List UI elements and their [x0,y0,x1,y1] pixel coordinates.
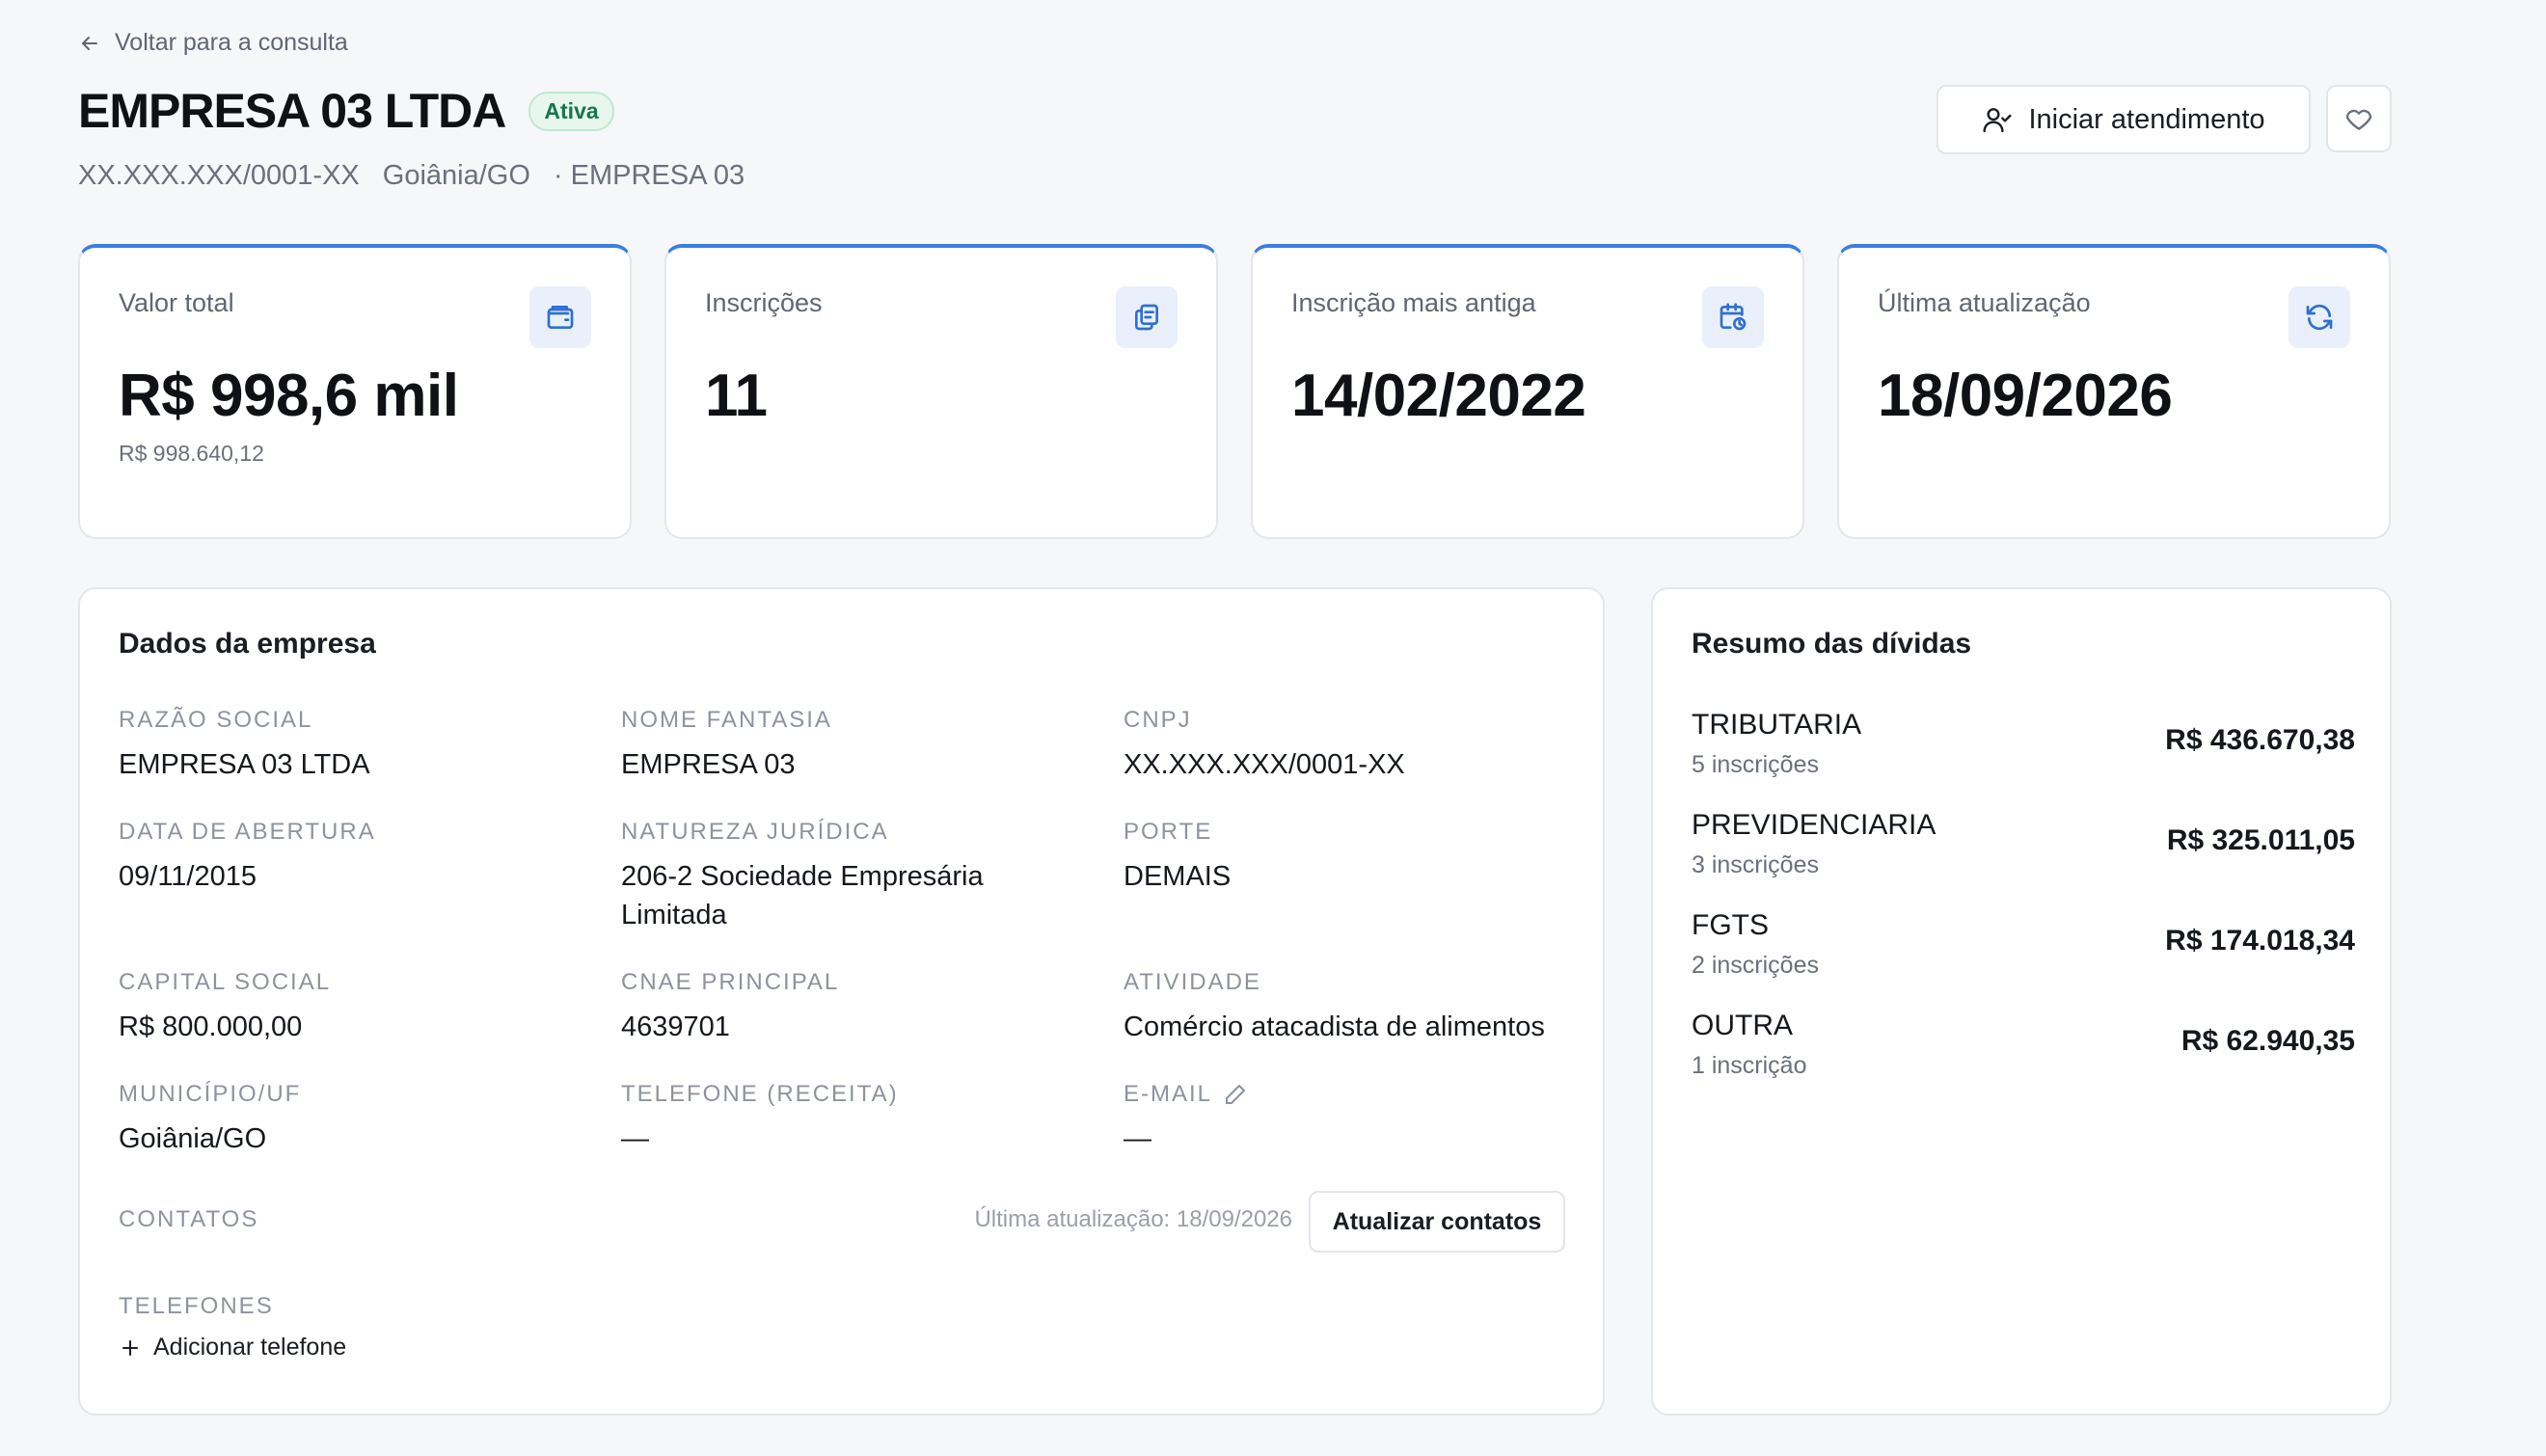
debt-count: 2 inscrições [1692,952,1819,979]
back-link[interactable]: Voltar para a consulta [78,29,348,57]
debt-summary-panel: Resumo das dívidas TRIBUTARIA 5 inscriçõ… [1651,587,2392,1416]
field-label: CNAE PRINCIPAL [621,969,840,995]
field-atividade: ATIVIDADE Comércio atacadista de aliment… [1124,969,1545,1046]
phones-label: TELEFONES [119,1293,274,1319]
wallet-icon [529,286,591,348]
start-service-label: Iniciar atendimento [2028,103,2265,135]
debt-name: PREVIDENCIARIA [1692,809,1937,841]
stat-sub: R$ 998.640,12 [119,441,264,466]
debt-count: 3 inscrições [1692,851,1819,878]
field-value: — [621,1123,649,1154]
field-municipio: MUNICÍPIO/UF Goiânia/GO [119,1081,301,1158]
field-porte: PORTE DEMAIS [1124,819,1231,896]
field-label: NATUREZA JURÍDICA [621,819,889,845]
field-cnae: CNAE PRINCIPAL 4639701 [621,969,839,1046]
favorite-button[interactable] [2326,85,2392,152]
debt-amount: R$ 174.018,34 [2165,925,2355,957]
contacts-last-updated: Última atualização: 18/09/2026 [974,1206,1292,1232]
debt-row: OUTRA 1 inscrição R$ 62.940,35 [1692,1010,2355,1087]
refresh-icon [2289,286,2350,348]
page-title: EMPRESA 03 LTDA [78,84,506,138]
plus-icon [122,1339,138,1356]
status-badge: Ativa [528,91,614,131]
subtitle-city: Goiânia/GO [382,160,530,191]
debt-row: FGTS 2 inscrições R$ 174.018,34 [1692,909,2355,986]
start-service-button[interactable]: Iniciar atendimento [1937,85,2311,154]
debt-amount: R$ 436.670,38 [2165,724,2355,756]
subtitle-trade-name: · EMPRESA 03 [553,160,745,191]
stat-card-registrations: Inscrições 11 [664,244,1218,539]
field-label: PORTE [1124,819,1213,845]
field-value: 4639701 [621,1011,730,1042]
field-value: XX.XXX.XXX/0001-XX [1124,749,1405,780]
arrow-left-icon [82,36,97,50]
update-contacts-button[interactable]: Atualizar contatos [1309,1191,1565,1253]
field-label: CAPITAL SOCIAL [119,969,332,995]
field-label: RAZÃO SOCIAL [119,707,313,733]
field-value: 206-2 Sociedade Empresária Limitada [621,861,984,930]
stat-value: 11 [705,363,768,429]
field-cnpj: CNPJ XX.XXX.XXX/0001-XX [1124,707,1405,784]
stat-card-last-update: Última atualização 18/09/2026 [1837,244,2391,539]
stat-label: Valor total [119,288,234,317]
field-label: E-MAIL [1124,1081,1213,1107]
debt-name: TRIBUTARIA [1692,709,1862,741]
calendar-clock-icon [1702,286,1764,348]
field-value: EMPRESA 03 [621,749,796,780]
stat-card-oldest: Inscrição mais antiga 14/02/2022 [1251,244,1804,539]
contacts-label: CONTATOS [119,1206,259,1232]
field-capital-social: CAPITAL SOCIAL R$ 800.000,00 [119,969,331,1046]
field-email: E-MAIL — [1124,1081,1247,1158]
field-value: EMPRESA 03 LTDA [119,749,370,780]
debt-count: 5 inscrições [1692,751,1819,778]
company-panel-title: Dados da empresa [119,628,376,660]
field-label: MUNICÍPIO/UF [119,1081,302,1107]
field-value: Comércio atacadista de alimentos [1124,1011,1545,1042]
debt-name: FGTS [1692,909,1769,941]
stat-value: 14/02/2022 [1291,363,1586,429]
field-value: DEMAIS [1124,861,1232,892]
field-label-row: E-MAIL [1124,1081,1247,1108]
field-label: ATIVIDADE [1124,969,1261,995]
field-label: NOME FANTASIA [621,707,832,733]
add-phone-label: Adicionar telefone [153,1334,347,1361]
field-value: — [1124,1123,1151,1154]
field-label: TELEFONE (RECEITA) [621,1081,899,1107]
debt-row: PREVIDENCIARIA 3 inscrições R$ 325.011,0… [1692,809,2355,886]
user-check-icon [1983,108,2013,133]
field-natureza-juridica: NATUREZA JURÍDICA 206-2 Sociedade Empres… [621,819,1045,934]
debt-amount: R$ 62.940,35 [2180,1025,2355,1057]
field-data-abertura: DATA DE ABERTURA 09/11/2015 [119,819,376,896]
field-value: R$ 800.000,00 [119,1011,303,1042]
title-row: EMPRESA 03 LTDA Ativa [78,83,614,139]
field-label: DATA DE ABERTURA [119,819,376,845]
field-telefone: TELEFONE (RECEITA) — [621,1081,899,1158]
field-nome-fantasia: NOME FANTASIA EMPRESA 03 [621,707,832,784]
add-phone-button[interactable]: Adicionar telefone [119,1334,346,1362]
stat-value: 18/09/2026 [1878,363,2173,429]
stat-label: Inscrições [705,288,823,317]
stat-card-total: Valor total R$ 998,6 mil R$ 998.640,12 [78,244,632,539]
subtitle-cnpj: XX.XXX.XXX/0001-XX [78,160,360,191]
documents-icon [1116,286,1178,348]
debt-name: OUTRA [1692,1010,1793,1041]
field-value: Goiânia/GO [119,1123,267,1154]
stat-label: Última atualização [1878,288,2091,317]
field-label: CNPJ [1124,707,1192,733]
company-subtitle: XX.XXX.XXX/0001-XX Goiânia/GO · EMPRESA … [78,160,745,192]
debt-row: TRIBUTARIA 5 inscrições R$ 436.670,38 [1692,709,2355,786]
field-value: 09/11/2015 [119,861,257,892]
debt-count: 1 inscrição [1692,1052,1807,1079]
stat-value: R$ 998,6 mil [119,363,459,429]
heart-icon [2345,109,2372,130]
edit-pencil-icon[interactable] [1224,1083,1247,1106]
back-link-label: Voltar para a consulta [115,29,348,56]
field-razao-social: RAZÃO SOCIAL EMPRESA 03 LTDA [119,707,370,784]
company-data-panel: Dados da empresa RAZÃO SOCIAL EMPRESA 03… [78,587,1605,1416]
debt-amount: R$ 325.011,05 [2166,824,2355,856]
debt-panel-title: Resumo das dívidas [1692,628,1972,660]
stat-label: Inscrição mais antiga [1291,288,1536,317]
